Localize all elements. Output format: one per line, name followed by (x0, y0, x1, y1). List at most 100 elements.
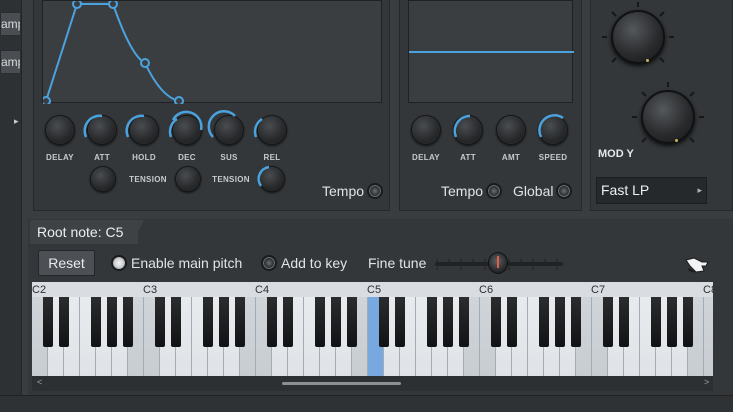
black-key[interactable] (315, 297, 325, 347)
filter-type-select[interactable]: Fast LP ▸ (596, 177, 707, 204)
scrollbar-thumb[interactable] (282, 382, 401, 385)
envelope-point[interactable] (72, 0, 82, 9)
tension-knob-3[interactable] (259, 166, 285, 192)
black-key[interactable] (123, 297, 133, 347)
tension-knob-1[interactable] (90, 166, 116, 192)
black-key[interactable] (539, 297, 549, 347)
sus-label: SUS (220, 153, 238, 162)
black-key[interactable] (219, 297, 229, 347)
delay-label: DELAY (46, 153, 74, 162)
lfo-graph[interactable] (408, 0, 574, 103)
octave-label: C7 (591, 284, 606, 296)
lfo-amt-label: AMT (501, 153, 521, 162)
lfo-delay-label: DELAY (412, 153, 440, 162)
mod-y-knob[interactable] (641, 90, 695, 144)
side-button-1[interactable]: amp (0, 12, 21, 36)
black-key[interactable] (555, 297, 565, 347)
black-key[interactable] (235, 297, 245, 347)
lfo-speed-knob[interactable] (538, 115, 568, 145)
black-key[interactable] (427, 297, 437, 347)
octave-label: C5 (367, 284, 382, 296)
bottom-strip (0, 395, 733, 412)
tab-corner (132, 220, 144, 244)
mod-y-label: MOD Y (598, 148, 634, 160)
lfo-tempo-radio[interactable] (486, 183, 502, 199)
env-tempo-radio[interactable] (367, 183, 383, 199)
black-key[interactable] (379, 297, 389, 347)
mod-x-indicator (646, 59, 649, 62)
octave-label: C4 (255, 284, 270, 296)
root-note-tab: Root note: C5 (30, 220, 138, 244)
envelope-point[interactable] (140, 58, 150, 68)
lfo-att-label: ATT (460, 153, 476, 162)
lfo-global-radio[interactable] (556, 183, 572, 199)
black-key[interactable] (203, 297, 213, 347)
lfo-delay-knob[interactable] (411, 115, 441, 145)
rel-knob[interactable] (257, 115, 287, 145)
mod-y-indicator (675, 139, 678, 142)
chevron-left-icon[interactable]: < (37, 377, 42, 387)
add-to-key-radio[interactable] (261, 255, 277, 271)
black-key[interactable] (571, 297, 581, 347)
white-key[interactable] (704, 297, 713, 376)
octave-label: C3 (143, 284, 158, 296)
black-key[interactable] (171, 297, 181, 347)
black-key[interactable] (347, 297, 357, 347)
black-key[interactable] (267, 297, 277, 347)
reset-button[interactable]: Reset (38, 250, 95, 276)
add-to-key-label: Add to key (281, 255, 348, 271)
delay-knob[interactable] (45, 115, 75, 145)
black-key[interactable] (491, 297, 501, 347)
envelope-curve (41, 0, 184, 106)
fine-tune-thumb[interactable] (488, 252, 508, 274)
lfo-att-knob[interactable] (453, 115, 483, 145)
lfo-tempo-label: Tempo (441, 183, 484, 199)
black-key[interactable] (395, 297, 405, 347)
side-button-2[interactable]: amp (0, 50, 21, 74)
octave-label: C2 (32, 284, 47, 296)
black-key[interactable] (683, 297, 693, 347)
black-key[interactable] (155, 297, 165, 347)
dec-knob[interactable] (172, 115, 202, 145)
black-key[interactable] (43, 297, 53, 347)
envelope-graph[interactable] (41, 0, 382, 106)
black-key[interactable] (619, 297, 629, 347)
tension-label-1: TENSION (129, 175, 167, 184)
black-key[interactable] (443, 297, 453, 347)
black-key[interactable] (651, 297, 661, 347)
envelope-point[interactable] (174, 96, 184, 106)
enable-main-pitch-radio[interactable] (111, 255, 127, 271)
expand-arrow-icon[interactable]: ▸ (14, 116, 19, 127)
chevron-right-icon: ▸ (697, 185, 702, 195)
att-label: ATT (94, 153, 110, 162)
black-key[interactable] (331, 297, 341, 347)
black-key[interactable] (507, 297, 517, 347)
black-key[interactable] (107, 297, 117, 347)
envelope-point[interactable] (41, 96, 51, 106)
rel-label: REL (263, 153, 281, 162)
att-knob[interactable] (87, 115, 117, 145)
lfo-global-label: Global (513, 183, 554, 199)
mod-x-knob[interactable] (611, 10, 665, 64)
black-key[interactable] (283, 297, 293, 347)
sus-knob[interactable] (214, 115, 244, 145)
lfo-amt-knob[interactable] (496, 115, 526, 145)
tension-label-2: TENSION (212, 175, 250, 184)
hold-knob[interactable] (129, 115, 159, 145)
black-key[interactable] (459, 297, 469, 347)
chevron-right-icon[interactable]: > (704, 377, 709, 387)
lfo-line (409, 51, 574, 53)
black-key[interactable] (667, 297, 677, 347)
black-key[interactable] (91, 297, 101, 347)
lfo-speed-label: SPEED (538, 153, 568, 162)
octave-label: C6 (479, 284, 494, 296)
hold-label: HOLD (132, 153, 156, 162)
octave-label: C8 (703, 284, 713, 296)
filter-type-value: Fast LP (601, 182, 650, 198)
envelope-point[interactable] (108, 0, 118, 9)
piano-keyboard[interactable]: C2 C3 C4 C5 C6 C7 C8 (32, 282, 713, 376)
hand-pointer-icon[interactable] (684, 254, 710, 274)
black-key[interactable] (59, 297, 69, 347)
tension-knob-2[interactable] (175, 166, 201, 192)
black-key[interactable] (603, 297, 613, 347)
